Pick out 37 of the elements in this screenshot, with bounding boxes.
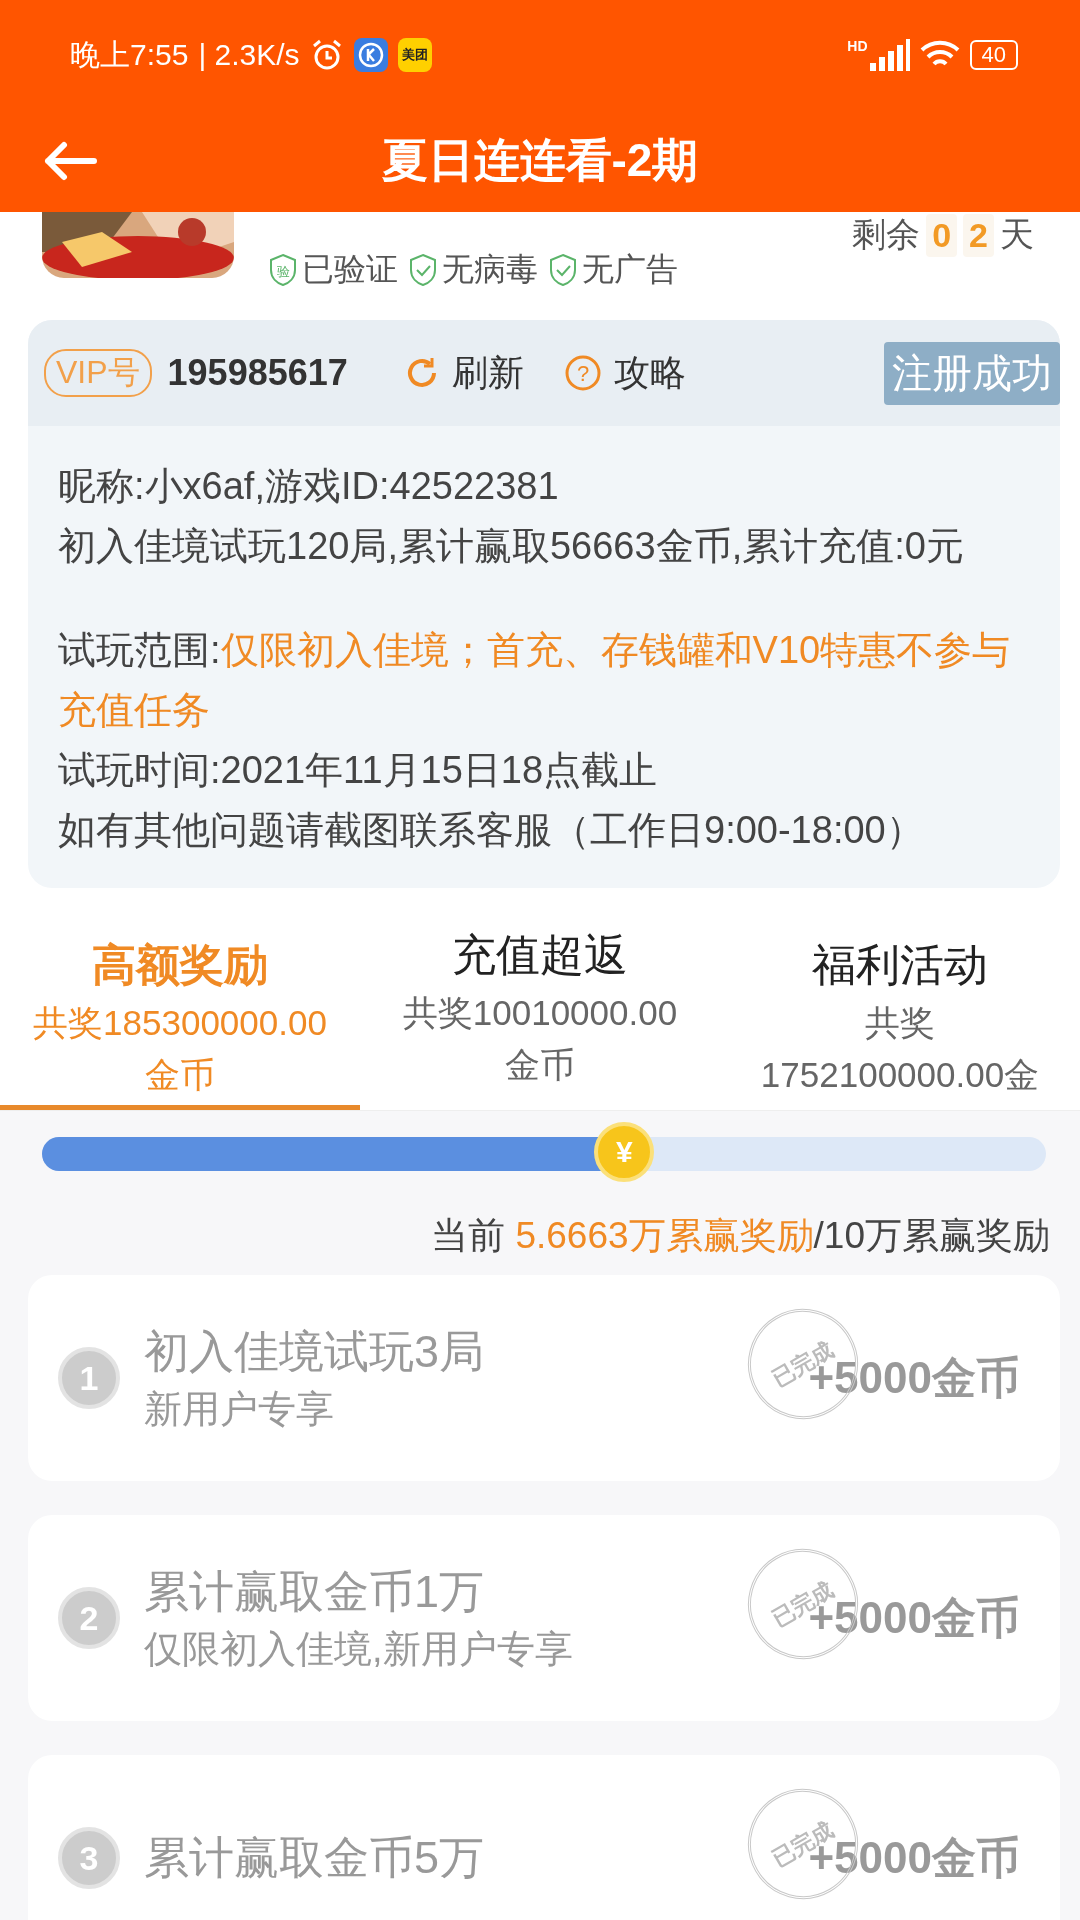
vip-number: 195985617 (167, 352, 348, 394)
task-title: 累计赢取金币1万 (144, 1565, 485, 1619)
shield-check-icon (408, 253, 438, 287)
reward-tab[interactable]: 充值超返 共奖10010000.00 金币 (360, 923, 720, 1110)
task-title: 累计赢取金币5万 (144, 1831, 485, 1885)
badge-label: 无病毒 (442, 250, 538, 289)
progress-text: 当前 5.6663万累赢奖励/10万累赢奖励 (430, 1214, 1050, 1258)
guide-link[interactable]: 攻略 (613, 348, 686, 398)
info-text: 试玩范围:仅限初入佳境；首充、存钱罐和V10特惠不参与充值任务 (58, 628, 1012, 733)
remaining-digit: 0 (926, 213, 958, 257)
coin-thumb: ¥ (594, 1122, 655, 1182)
status-tag: 注册成功 (884, 341, 1060, 405)
shield-check-icon (548, 253, 578, 287)
badge-label: 无广告 (582, 250, 678, 289)
reward-tab[interactable]: 福利活动 共奖 1752100000.00金 (720, 933, 1080, 1110)
page-title: 夏日连连看-2期 (380, 133, 700, 188)
battery-level: 40 (969, 40, 1018, 70)
task-title: 初入佳境试玩3局 (144, 1325, 485, 1379)
info-text: 初入佳境试玩120局,累计赢取56663金币,累计充值:0元 (58, 524, 965, 569)
shield-seal-icon: 验 (268, 253, 298, 287)
vip-label: VIP号 (44, 349, 152, 397)
info-text: 如有其他问题请截图联系客服（工作日9:00-18:00） (58, 808, 925, 853)
info-text: 试玩时间:2021年11月15日18点截止 (58, 748, 659, 793)
signal-icon (869, 39, 910, 71)
network-type: HD (847, 38, 868, 54)
status-time: 晚上7:55 (70, 36, 189, 73)
remaining-digit: 2 (963, 213, 994, 257)
badge-label: 已验证 (302, 250, 398, 289)
network-speed: | 2.3K/s (198, 38, 300, 72)
remaining-unit: 天 (1000, 214, 1034, 255)
info-text: 昵称:小x6af,游戏ID:42522381 (58, 464, 560, 509)
task-subtitle: 仅限初入佳境,新用户专享 (144, 1627, 573, 1672)
app-badge: 美团 (397, 38, 432, 72)
refresh-link[interactable]: 刷新 (451, 348, 524, 398)
task-subtitle: 新用户专享 (144, 1387, 334, 1432)
remaining-label: 剩余 (852, 214, 921, 255)
back-arrow-icon[interactable] (42, 141, 98, 181)
